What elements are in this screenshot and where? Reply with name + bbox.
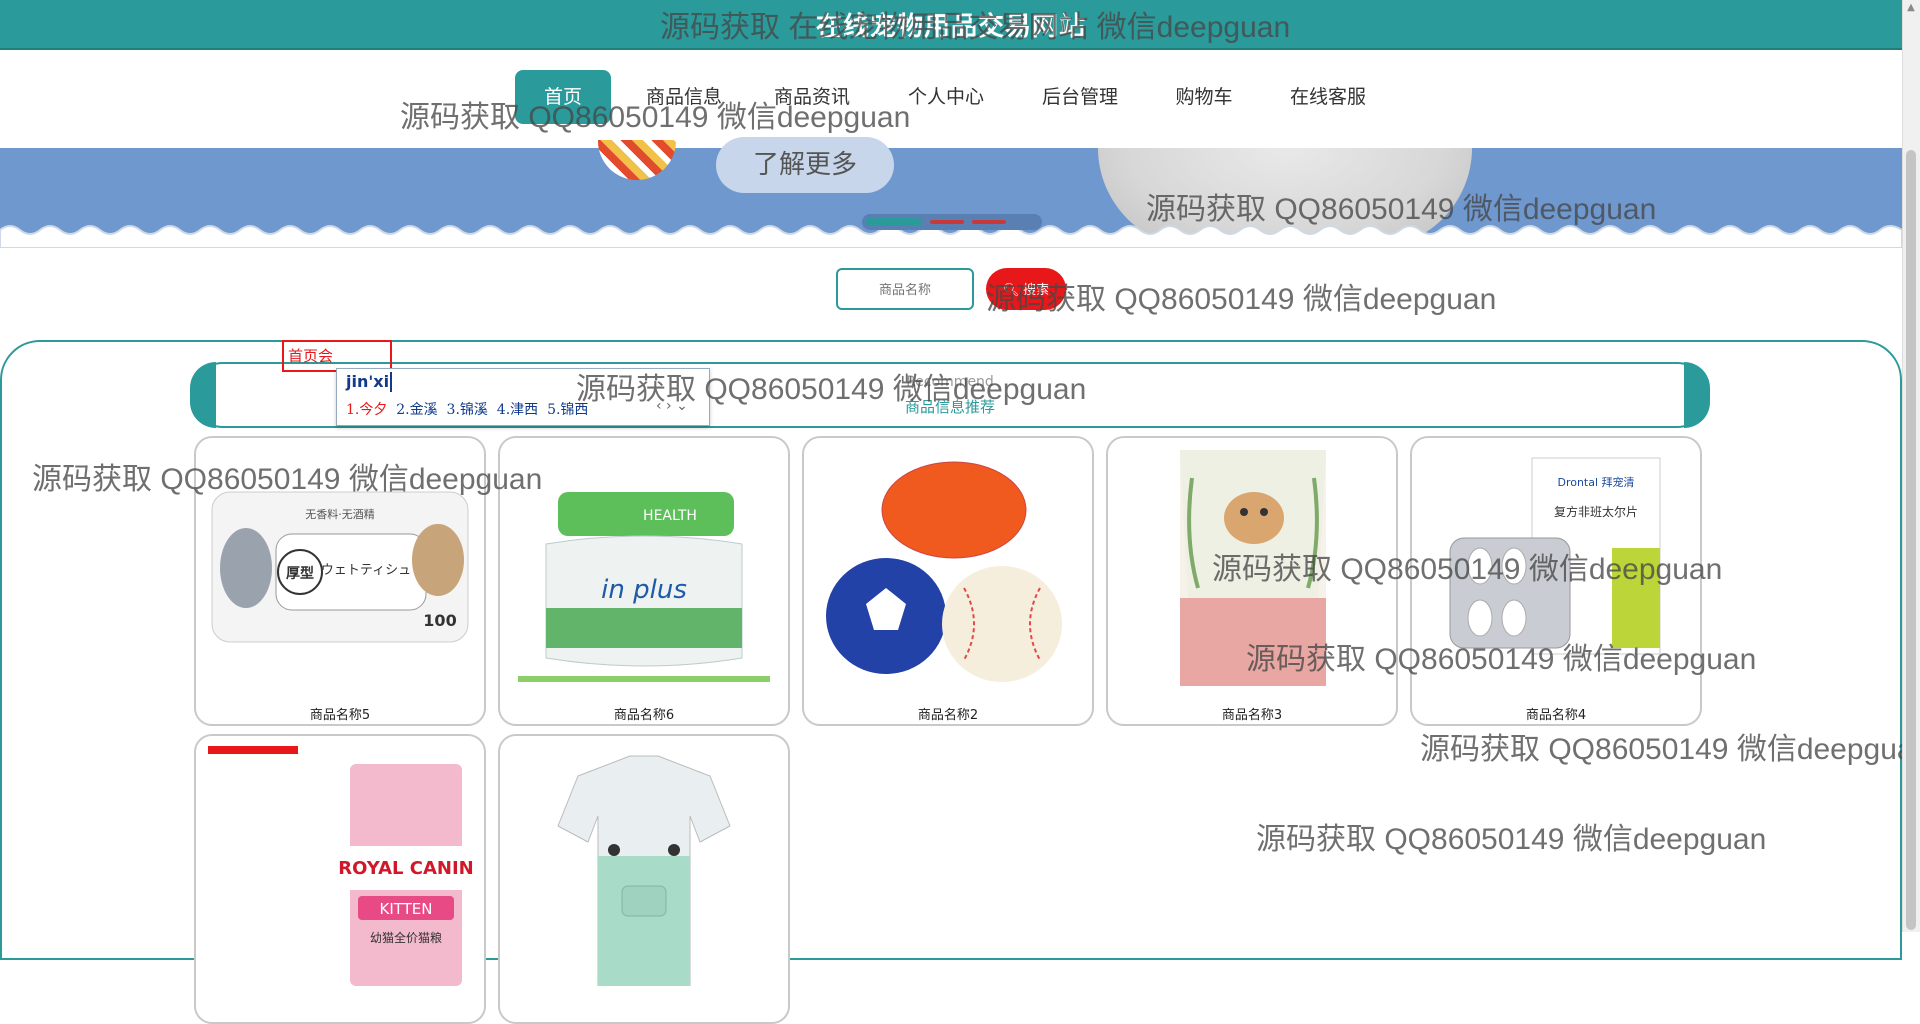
ime-composition-text: jin'xi — [346, 372, 390, 391]
product-card[interactable]: ROYAL CANIN KITTEN 幼猫全价猫粮 — [194, 734, 486, 1024]
carousel-dot-active[interactable] — [866, 218, 922, 226]
nav-item-admin[interactable]: 后台管理 — [1032, 70, 1128, 124]
pet-clothing-image — [557, 755, 731, 986]
probiotic-jar-image: HEALTH in plus — [518, 492, 770, 682]
probiotic-health-text: HEALTH — [643, 508, 697, 524]
wipes-top-text: 无香料·无酒精 — [305, 507, 375, 521]
search-input[interactable] — [836, 268, 974, 310]
carousel-dot[interactable] — [930, 220, 964, 224]
kitten-text: KITTEN — [379, 900, 432, 918]
rubber-balls-image — [826, 461, 1062, 682]
product-name: 商品名称2 — [917, 708, 979, 723]
dewormer-brand-text: Drontal 拜宠清 — [1557, 475, 1634, 489]
carousel-dot[interactable] — [972, 220, 1006, 224]
watermark: 源码获取 QQ86050149 微信deepguan — [32, 463, 543, 496]
watermark: 源码获取 QQ86050149 微信deepguan — [576, 373, 1087, 406]
watermark: 源码获取 QQ86050149 微信deepguan — [1246, 643, 1757, 676]
nav-item-profile[interactable]: 个人中心 — [898, 70, 994, 124]
kitten-cn-text: 幼猫全价猫粮 — [370, 930, 442, 945]
wipes-jp-text: ウェトティシュ — [321, 563, 411, 578]
watermark: 源码获取 QQ86050149 微信deepguan — [1256, 823, 1767, 856]
ime-candidate[interactable]: 2.金溪 — [396, 402, 437, 418]
scrollbar-thumb[interactable] — [1906, 150, 1916, 930]
product-name: 商品名称3 — [1221, 708, 1283, 723]
nav-item-service[interactable]: 在线客服 — [1280, 70, 1376, 124]
ime-candidate[interactable]: 1.今夕 — [346, 402, 387, 418]
royal-canin-kitten-image: ROYAL CANIN KITTEN 幼猫全价猫粮 — [208, 746, 474, 986]
probiotic-brand-text: in plus — [601, 575, 687, 605]
scroll-up-arrow-icon[interactable]: ▲ — [1906, 2, 1916, 13]
watermark: 源码获取 在线宠物用品交易网站 微信deepguan — [660, 11, 1291, 44]
ime-caret — [390, 372, 392, 392]
product-name: 商品名称5 — [309, 708, 371, 723]
product-card[interactable] — [498, 734, 790, 1024]
dewormer-name-text: 复方非班太尔片 — [1554, 504, 1638, 519]
product-card[interactable]: 商品名称2 — [802, 436, 1094, 726]
watermark: 源码获取 QQ86050149 微信deepguan — [1146, 193, 1657, 226]
watermark: 源码获取 QQ86050149 微信deepguan — [986, 283, 1497, 316]
watermark: 源码获取 QQ86050149 微信deepguan — [1420, 733, 1902, 766]
wipes-count-text: 100 — [423, 611, 456, 630]
product-name: 商品名称6 — [613, 708, 675, 723]
ime-candidates[interactable]: 1.今夕 2.金溪 3.锦溪 4.津西 5.锦西 — [346, 399, 588, 419]
nav-item-cart[interactable]: 购物车 — [1156, 70, 1252, 124]
ime-candidate[interactable]: 4.津西 — [497, 402, 538, 418]
royal-canin-text: ROYAL CANIN — [338, 858, 473, 879]
watermark: 源码获取 QQ86050149 微信deepguan — [1212, 553, 1723, 586]
learn-more-button[interactable]: 了解更多 — [716, 137, 894, 193]
watermark: 源码获取 QQ86050149 微信deepguan — [400, 101, 911, 134]
wipes-brand-text: 厚型 — [286, 565, 314, 582]
product-name: 商品名称4 — [1525, 708, 1587, 723]
ime-candidate[interactable]: 3.锦溪 — [447, 402, 488, 418]
